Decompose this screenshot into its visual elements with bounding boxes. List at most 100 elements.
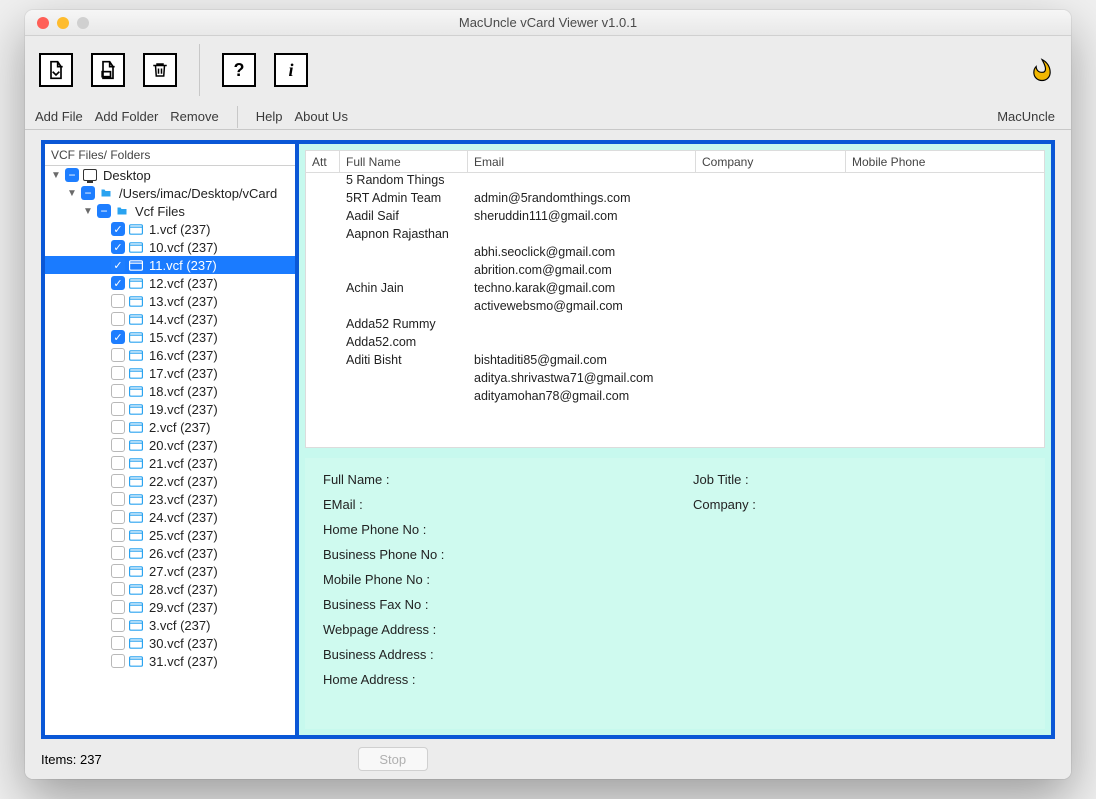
tree-row[interactable]: ✓12.vcf (237) <box>45 274 295 292</box>
stop-button[interactable]: Stop <box>358 747 428 771</box>
col-company[interactable]: Company <box>696 151 846 172</box>
checkbox[interactable] <box>111 366 125 380</box>
tree-row[interactable]: 16.vcf (237) <box>45 346 295 364</box>
checkbox[interactable] <box>111 564 125 578</box>
table-row[interactable]: Aditi Bishtbishtaditi85@gmail.com <box>306 353 1044 371</box>
tree-row[interactable]: 2.vcf (237) <box>45 418 295 436</box>
cell-mobile <box>846 335 1044 353</box>
content-panel: Att Full Name Email Company Mobile Phone… <box>295 140 1055 739</box>
table-row[interactable]: abhi.seoclick@gmail.com <box>306 245 1044 263</box>
add-folder-icon <box>98 60 118 80</box>
table-row[interactable]: 5 Random Things <box>306 173 1044 191</box>
checkbox[interactable] <box>111 402 125 416</box>
col-att[interactable]: Att <box>306 151 340 172</box>
tree-row[interactable]: 25.vcf (237) <box>45 526 295 544</box>
tree-row[interactable]: 30.vcf (237) <box>45 634 295 652</box>
tree-file-label: 24.vcf (237) <box>149 510 218 525</box>
tree-row[interactable]: ▼−/Users/imac/Desktop/vCard <box>45 184 295 202</box>
checkbox[interactable] <box>111 582 125 596</box>
disclosure-triangle-icon[interactable]: ▼ <box>67 188 77 198</box>
table-row[interactable]: Adda52 Rummy <box>306 317 1044 335</box>
table-row[interactable]: Adda52.com <box>306 335 1044 353</box>
col-full-name[interactable]: Full Name <box>340 151 468 172</box>
col-mobile[interactable]: Mobile Phone <box>846 151 1044 172</box>
about-button[interactable]: i <box>274 53 308 87</box>
cell-name <box>340 389 468 407</box>
checkbox[interactable] <box>111 546 125 560</box>
checkbox[interactable]: ✓ <box>111 258 125 272</box>
tree-file-label: 27.vcf (237) <box>149 564 218 579</box>
vcard-icon <box>129 458 143 469</box>
table-body[interactable]: 5 Random Things5RT Admin Teamadmin@5rand… <box>306 173 1044 447</box>
table-row[interactable]: Aadil Saifsheruddin111@gmail.com <box>306 209 1044 227</box>
checkbox[interactable] <box>111 492 125 506</box>
col-email[interactable]: Email <box>468 151 696 172</box>
tree-row[interactable]: 28.vcf (237) <box>45 580 295 598</box>
tree-row[interactable]: 21.vcf (237) <box>45 454 295 472</box>
add-file-button[interactable] <box>39 53 73 87</box>
tree-row[interactable]: ✓10.vcf (237) <box>45 238 295 256</box>
tree-row[interactable]: 20.vcf (237) <box>45 436 295 454</box>
tree-row[interactable]: ▼−Vcf Files <box>45 202 295 220</box>
tree-row[interactable]: 26.vcf (237) <box>45 544 295 562</box>
cell-mobile <box>846 281 1044 299</box>
tree-file-label: 15.vcf (237) <box>149 330 218 345</box>
tree-row[interactable]: 14.vcf (237) <box>45 310 295 328</box>
checkbox[interactable] <box>111 600 125 614</box>
checkbox[interactable] <box>111 294 125 308</box>
checkbox[interactable]: ✓ <box>111 240 125 254</box>
vcard-icon <box>129 494 143 505</box>
remove-button[interactable] <box>143 53 177 87</box>
tree-row[interactable]: 24.vcf (237) <box>45 508 295 526</box>
disclosure-triangle-icon[interactable]: ▼ <box>51 170 61 180</box>
checkbox[interactable]: ✓ <box>111 330 125 344</box>
checkbox[interactable] <box>111 618 125 632</box>
help-button[interactable]: ? <box>222 53 256 87</box>
collapse-icon[interactable]: − <box>97 204 111 218</box>
checkbox[interactable] <box>111 348 125 362</box>
add-folder-button[interactable] <box>91 53 125 87</box>
tree-row[interactable]: ▼−Desktop <box>45 166 295 184</box>
checkbox[interactable] <box>111 510 125 524</box>
checkbox[interactable] <box>111 636 125 650</box>
file-tree[interactable]: ▼−Desktop▼−/Users/imac/Desktop/vCard▼−Vc… <box>45 166 295 735</box>
table-row[interactable]: Aapnon Rajasthan <box>306 227 1044 245</box>
cell-name <box>340 299 468 317</box>
checkbox[interactable]: ✓ <box>111 222 125 236</box>
checkbox[interactable] <box>111 654 125 668</box>
vcard-icon <box>129 656 143 667</box>
table-row[interactable]: Achin Jaintechno.karak@gmail.com <box>306 281 1044 299</box>
tree-row[interactable]: 19.vcf (237) <box>45 400 295 418</box>
tree-row[interactable]: 22.vcf (237) <box>45 472 295 490</box>
table-row[interactable]: adityamohan78@gmail.com <box>306 389 1044 407</box>
checkbox[interactable] <box>111 456 125 470</box>
tree-row[interactable]: 31.vcf (237) <box>45 652 295 670</box>
tree-row[interactable]: 18.vcf (237) <box>45 382 295 400</box>
tree-row[interactable]: 3.vcf (237) <box>45 616 295 634</box>
checkbox[interactable] <box>111 420 125 434</box>
collapse-icon[interactable]: − <box>81 186 95 200</box>
cell-name: 5 Random Things <box>340 173 468 191</box>
tree-row[interactable]: ✓1.vcf (237) <box>45 220 295 238</box>
tree-row[interactable]: ✓11.vcf (237) <box>45 256 295 274</box>
tree-row[interactable]: 13.vcf (237) <box>45 292 295 310</box>
cell-att <box>306 299 340 317</box>
table-row[interactable]: activewebsmo@gmail.com <box>306 299 1044 317</box>
collapse-icon[interactable]: − <box>65 168 79 182</box>
disclosure-triangle-icon[interactable]: ▼ <box>83 206 93 216</box>
checkbox[interactable] <box>111 528 125 542</box>
table-row[interactable]: aditya.shrivastwa71@gmail.com <box>306 371 1044 389</box>
checkbox[interactable] <box>111 474 125 488</box>
checkbox[interactable] <box>111 312 125 326</box>
tree-row[interactable]: ✓ 15.vcf (237) <box>45 328 295 346</box>
table-row[interactable]: 5RT Admin Teamadmin@5randomthings.com <box>306 191 1044 209</box>
table-row[interactable]: abrition.com@gmail.com <box>306 263 1044 281</box>
checkbox[interactable] <box>111 384 125 398</box>
tree-row[interactable]: 29.vcf (237) <box>45 598 295 616</box>
checkbox[interactable]: ✓ <box>111 276 125 290</box>
cell-att <box>306 389 340 407</box>
tree-row[interactable]: 17.vcf (237) <box>45 364 295 382</box>
tree-row[interactable]: 27.vcf (237) <box>45 562 295 580</box>
tree-row[interactable]: 23.vcf (237) <box>45 490 295 508</box>
checkbox[interactable] <box>111 438 125 452</box>
